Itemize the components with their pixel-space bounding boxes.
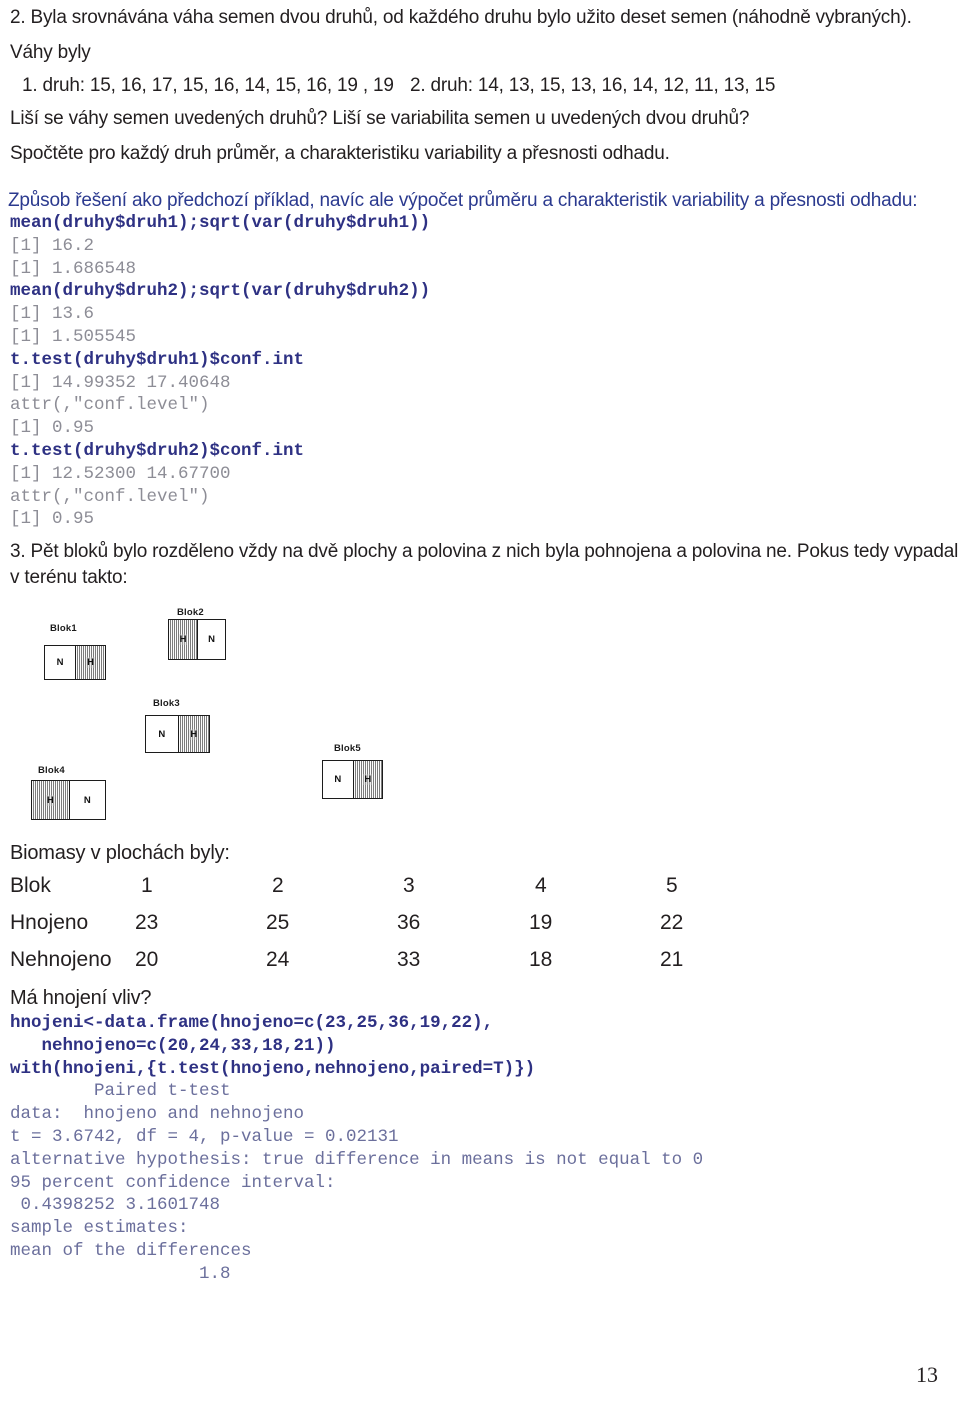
console-output-line: attr(,"conf.level") [10, 395, 210, 416]
block-2-right-label: N [208, 634, 215, 645]
block-3-plot-left: N [146, 716, 178, 752]
block-5-plot-left: N [323, 761, 353, 798]
block-5: N H [322, 760, 383, 799]
console-output-line: [1] 16.2 [10, 235, 95, 256]
block-label-4: Blok4 [38, 765, 65, 776]
table-row: 21 [660, 948, 684, 971]
block-4-plot-left: H [32, 781, 69, 819]
block-4: H N [31, 780, 106, 820]
table-row: 22 [660, 911, 684, 934]
biomass-table: Blok Hnojeno Nehnojeno 1 2 3 4 5 23 25 3… [0, 874, 720, 982]
block-3-left-label: N [158, 728, 166, 740]
console-output-line: alternative hypothesis: true difference … [10, 1149, 704, 1170]
block-1-right-label: H [86, 657, 95, 668]
console-command-line: with(hnojeni,{t.test(hnojeno,nehnojeno,p… [10, 1058, 536, 1079]
block-5-right-label: H [363, 774, 373, 785]
exercise2-task: Spočtěte pro každý druh průměr, a charak… [10, 143, 670, 164]
console-output-line: 1.8 [10, 1263, 231, 1284]
table-row: 24 [266, 948, 290, 971]
block-2-plot-left: H [169, 620, 197, 659]
table-row-label-0: Blok [10, 874, 51, 897]
document-page: 2. Byla srovnávána váha semen dvou druhů… [0, 0, 960, 1407]
block-5-plot-right: H [352, 761, 382, 798]
block-3-plot-right: H [177, 716, 209, 752]
block-1-left-label: N [56, 657, 64, 668]
block-4-plot-right: N [68, 781, 105, 819]
exercise2-druh1-values: 1. druh: 15, 16, 17, 15, 16, 14, 15, 16,… [22, 75, 394, 96]
console-command-line: t.test(druhy$druh1)$conf.int [10, 349, 305, 370]
block-4-left-label: H [45, 794, 55, 806]
console-command-line: t.test(druhy$druh2)$conf.int [10, 441, 305, 461]
block-2-plot-right: N [197, 620, 225, 659]
block-3-right-label: H [189, 728, 199, 740]
table-row: 25 [266, 911, 290, 934]
table-header-cell: 2 [272, 874, 284, 897]
exercise2-druh2-values: 2. druh: 14, 13, 15, 13, 16, 14, 12, 11,… [410, 75, 776, 96]
console-command-line: nehnojeno=c(20,24,33,18,21)) [10, 1035, 336, 1056]
block-label-2: Blok2 [177, 607, 204, 618]
table-header-cell: 4 [535, 874, 547, 897]
console-output-line: [1] 12.52300 14.67700 [10, 463, 231, 484]
console-output-line: [1] 0.95 [10, 509, 95, 530]
block-label-1: Blok1 [50, 623, 77, 634]
block-label-3: Blok3 [153, 698, 180, 709]
block-label-5: Blok5 [334, 743, 361, 754]
console-output-line: [1] 14.99352 17.40648 [10, 372, 231, 393]
block-2-left-label: H [178, 634, 188, 645]
table-row: 18 [529, 948, 553, 971]
table-row: 36 [397, 911, 421, 934]
exercise3-heading-line1: 3. Pět bloků bylo rozděleno vždy na dvě … [10, 541, 959, 562]
console-command-line: hnojeni<-data.frame(hnojeno=c(23,25,36,1… [10, 1013, 494, 1033]
table-header-cell: 3 [403, 874, 415, 897]
console-output-line: data: hnojeno and nehnojeno [10, 1104, 305, 1125]
block-1: N H [44, 645, 106, 680]
console-output-line: mean of the differences [10, 1241, 252, 1261]
console-output-line: sample estimates: [10, 1218, 189, 1239]
block-1-plot-left: N [45, 646, 75, 679]
table-row: 19 [529, 911, 553, 934]
console-output-line: [1] 1.505545 [10, 327, 137, 347]
table-header-cell: 1 [141, 874, 153, 897]
table-row: 23 [135, 911, 159, 934]
console-output-line: [1] 1.686548 [10, 258, 137, 279]
block-4-right-label: N [83, 794, 91, 806]
console-command-line: mean(druhy$druh1);sqrt(var(druhy$druh1)) [10, 213, 431, 233]
console-output-line: Paired t-test [10, 1081, 231, 1102]
console-output-line: attr(,"conf.level") [10, 486, 210, 507]
console-command-line: mean(druhy$druh2);sqrt(var(druhy$druh2)) [10, 281, 431, 302]
table-row-label-1: Hnojeno [10, 911, 89, 934]
console-output-line: t = 3.6742, df = 4, p-value = 0.02131 [10, 1127, 399, 1147]
exercise2-solution-note: Způsob řešení ako předchozí příklad, nav… [8, 190, 918, 211]
exercise3-question: Má hnojení vliv? [10, 987, 152, 1009]
block-2: H N [168, 619, 226, 660]
page-number: 13 [916, 1362, 938, 1387]
block-3: N H [145, 715, 210, 753]
console-output-line: [1] 0.95 [10, 418, 95, 439]
block-5-left-label: N [334, 774, 342, 785]
block-1-plot-right: H [75, 646, 105, 679]
exercise2-vahy-label: Váhy byly [10, 42, 91, 63]
exercise3-heading-line2: v terénu takto: [10, 567, 128, 588]
exercise2-heading: 2. Byla srovnávána váha semen dvou druhů… [10, 7, 912, 28]
biomass-intro: Biomasy v plochách byly: [10, 842, 230, 864]
table-row: 20 [135, 948, 159, 971]
table-header-cell: 5 [666, 874, 678, 897]
field-block-diagram: Blok1 N H Blok2 H N Blok3 N H Blok4 H N … [0, 590, 500, 840]
console-output-line: 0.4398252 3.1601748 [10, 1195, 221, 1216]
table-row: 33 [397, 948, 421, 971]
console-output-line: [1] 13.6 [10, 304, 95, 325]
console-output-line: 95 percent confidence interval: [10, 1172, 336, 1193]
exercise2-question: Liší se váhy semen uvedených druhů? Liší… [10, 108, 750, 129]
table-row-label-2: Nehnojeno [10, 948, 112, 971]
